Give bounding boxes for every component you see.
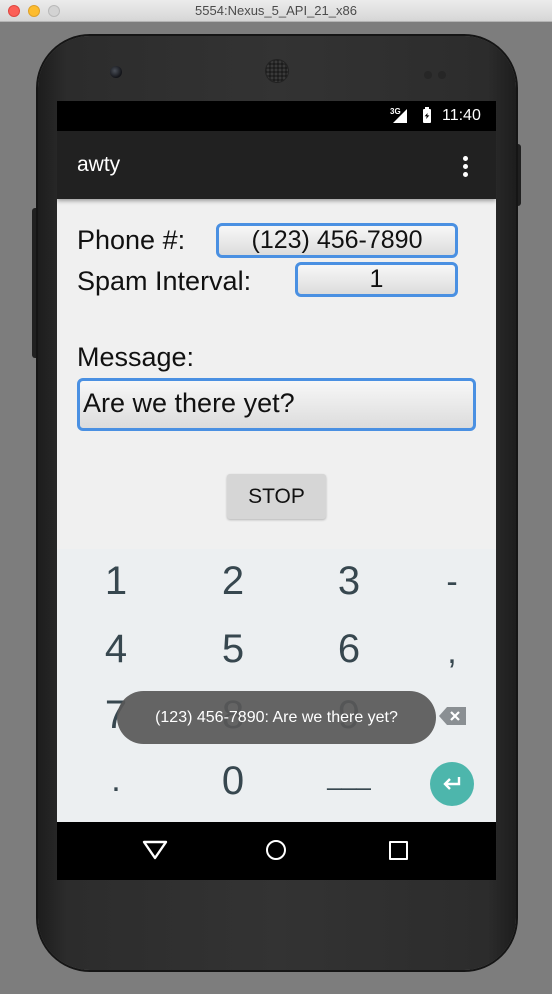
key-5[interactable]: 5: [193, 627, 273, 672]
key-0[interactable]: 0: [193, 759, 273, 804]
window-titlebar: 5554:Nexus_5_API_21_x86: [0, 0, 552, 22]
key-3[interactable]: 3: [309, 559, 389, 604]
front-camera-icon: [110, 66, 122, 78]
key-comma[interactable]: ,: [412, 633, 492, 672]
enter-button[interactable]: [430, 762, 474, 806]
window-title: 5554:Nexus_5_API_21_x86: [195, 3, 357, 18]
stop-button[interactable]: STOP: [227, 474, 326, 519]
enter-icon: [443, 777, 461, 790]
spam-interval-label: Spam Interval:: [77, 266, 252, 296]
message-input[interactable]: Are we there yet?: [77, 378, 476, 431]
key-4[interactable]: 4: [76, 627, 156, 672]
recents-square-icon[interactable]: [389, 841, 408, 860]
key-period[interactable]: .: [76, 761, 156, 800]
key-1[interactable]: 1: [76, 559, 156, 604]
more-vert-icon[interactable]: [463, 156, 469, 180]
key-2[interactable]: 2: [193, 559, 273, 604]
phone-label: Phone #:: [77, 225, 186, 255]
key-6[interactable]: 6: [309, 627, 389, 672]
status-bar: 3G 11:40: [57, 101, 496, 131]
backspace-icon[interactable]: [438, 706, 468, 726]
key-dash[interactable]: -: [412, 563, 492, 602]
message-label: Message:: [77, 342, 195, 372]
signal-icon: [393, 109, 407, 123]
app-title: awty: [77, 153, 121, 176]
key-space[interactable]: ___: [309, 761, 389, 792]
spam-interval-input[interactable]: 1: [295, 262, 458, 297]
status-time: 11:40: [442, 107, 481, 124]
toast-message: (123) 456-7890: Are we there yet?: [117, 691, 436, 744]
phone-number-input[interactable]: (123) 456-7890: [216, 223, 458, 258]
phone-screen: 3G 11:40 awty Phone #: (123) 456-7890 Sp…: [57, 101, 496, 880]
home-circle-icon[interactable]: [266, 840, 286, 860]
app-bar: awty: [57, 131, 496, 199]
battery-charging-icon: [423, 107, 431, 123]
back-triangle-icon[interactable]: [142, 840, 168, 860]
earpiece-speaker-icon: [266, 60, 288, 82]
navigation-bar: [57, 822, 496, 880]
numeric-keyboard: 1 2 3 - 4 5 6 , 7 8 9 . 0 ___: [57, 549, 496, 822]
proximity-sensors: [424, 66, 452, 84]
